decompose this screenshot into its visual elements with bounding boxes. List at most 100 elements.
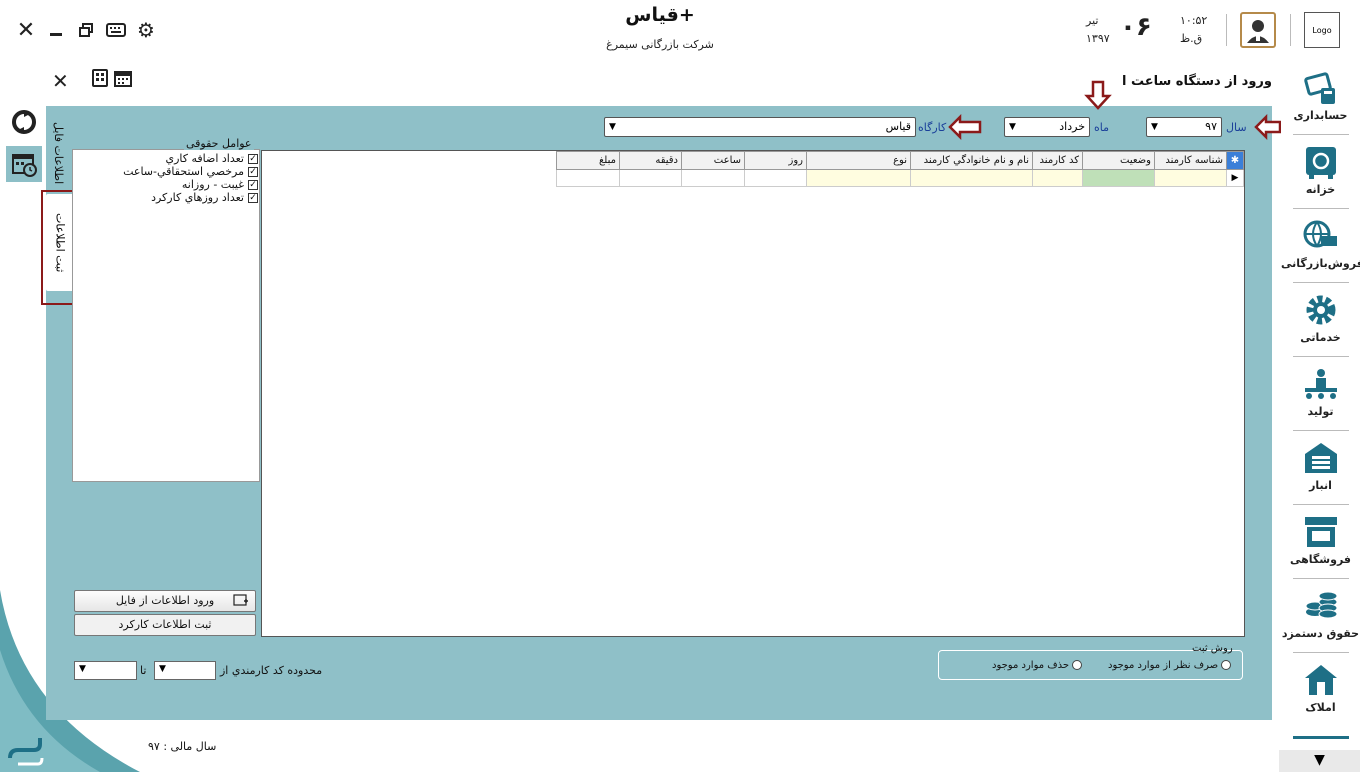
- nav-item-commerce[interactable]: فروش‌بازرگانی: [1281, 214, 1360, 286]
- nav-item-services[interactable]: خدماتی: [1281, 288, 1360, 360]
- date-day: ۰۶: [1120, 12, 1152, 42]
- chevron-down-icon: ▼: [159, 664, 166, 674]
- chevron-down-icon: ▼: [1151, 122, 1158, 132]
- col-minute[interactable]: دقیقه: [619, 151, 682, 170]
- logo: Logo: [1304, 12, 1340, 48]
- divider: [1293, 652, 1349, 653]
- factors-title: عوامل حقوقی: [184, 137, 254, 150]
- cell[interactable]: [744, 169, 807, 187]
- nav-item-warehouse[interactable]: انبار: [1281, 436, 1360, 508]
- grid-table: مبلغ دقیقه ساعت روز نوع نام و نام خانواد…: [556, 151, 1244, 187]
- range-label: محدوده کد کارمندي از: [220, 664, 323, 677]
- factor-item[interactable]: ✓ تعداد روزهاي كاركرد: [72, 191, 258, 204]
- range-from-select[interactable]: ▼: [154, 661, 216, 680]
- divider: [1293, 208, 1349, 209]
- col-day[interactable]: روز: [744, 151, 807, 170]
- checkbox[interactable]: ✓: [248, 192, 258, 203]
- cell[interactable]: [910, 169, 1033, 187]
- divider: [1293, 356, 1349, 357]
- factor-item[interactable]: ✓ غيبت - روزانه: [72, 178, 258, 191]
- nav-item-store[interactable]: فروشگاهی: [1281, 510, 1360, 582]
- module-nav: حسابداری خزانه فروش‌بازرگانی خدماتی تولی…: [1281, 62, 1360, 772]
- divider: [1226, 14, 1227, 46]
- user-avatar-icon[interactable]: [1240, 12, 1276, 48]
- calendar-icon[interactable]: [114, 69, 132, 92]
- clock-ampm: ق.ظ: [1180, 32, 1203, 45]
- production-icon: [1304, 369, 1337, 399]
- tab-register-info[interactable]: ثبت اطلاعات: [46, 194, 74, 291]
- nav-item-payroll[interactable]: حقوق دستمزد: [1281, 584, 1360, 656]
- register-method-title: روش ثبت: [1192, 643, 1233, 654]
- divider: [1290, 14, 1291, 46]
- divider: [1293, 430, 1349, 431]
- app-brand-icon: [4, 728, 44, 768]
- nav-item-production[interactable]: تولید: [1281, 362, 1360, 434]
- divider: [1293, 134, 1349, 135]
- calculator-icon[interactable]: [92, 69, 108, 92]
- close-window-icon[interactable]: ✕: [14, 18, 38, 43]
- table-row[interactable]: ▶: [556, 169, 1244, 187]
- chevron-down-icon: ▼: [1009, 122, 1016, 132]
- cell[interactable]: [1032, 169, 1083, 187]
- col-amount[interactable]: مبلغ: [556, 151, 620, 170]
- cell[interactable]: [681, 169, 745, 187]
- col-employee-id[interactable]: شناسه کارمند: [1154, 151, 1227, 170]
- date-month: تیر: [1086, 14, 1099, 27]
- nav-scroll-down-icon[interactable]: ▼: [1279, 750, 1360, 772]
- month-select[interactable]: ▼ خرداد: [1004, 117, 1090, 137]
- chevron-down-icon: ▼: [609, 122, 616, 132]
- register-work-button[interactable]: ثبت اطلاعات کارکرد: [74, 614, 256, 636]
- radio[interactable]: [1072, 660, 1083, 670]
- col-hour[interactable]: ساعت: [681, 151, 745, 170]
- cell[interactable]: [1154, 169, 1227, 187]
- checkbox[interactable]: ✓: [248, 153, 258, 164]
- settings-gear-icon[interactable]: ⚙: [134, 18, 158, 42]
- keyboard-icon[interactable]: [104, 18, 128, 42]
- date-year: ۱۳۹۷: [1086, 32, 1110, 45]
- nav-item-accounting[interactable]: حسابداری: [1281, 66, 1360, 138]
- checkbox[interactable]: ✓: [248, 166, 258, 177]
- cell[interactable]: [806, 169, 911, 187]
- divider: [1293, 504, 1349, 505]
- restore-icon[interactable]: [76, 18, 96, 42]
- close-form-icon[interactable]: ✕: [52, 69, 69, 93]
- top-bar: ✕ ⚙ قیاس+ شرکت بازرگانی سیمرغ تیر ۱۳۹۷ ۰…: [0, 0, 1360, 62]
- add-file-icon: [233, 593, 249, 614]
- method-option-delete[interactable]: حذف موارد موجود: [992, 660, 1083, 671]
- checkbox[interactable]: ✓: [248, 179, 258, 190]
- col-status[interactable]: وضعیت: [1082, 151, 1155, 170]
- factor-item[interactable]: ✓ تعداد اضافه كاري: [72, 152, 258, 165]
- data-grid[interactable]: مبلغ دقیقه ساعت روز نوع نام و نام خانواد…: [261, 150, 1245, 637]
- nav-item-realestate[interactable]: املاک: [1281, 658, 1360, 730]
- minimize-icon[interactable]: [46, 18, 66, 42]
- payroll-coins-icon: [1305, 591, 1337, 619]
- new-row-star-icon[interactable]: ✱: [1226, 151, 1244, 170]
- col-employee-code[interactable]: کد کارمند: [1032, 151, 1083, 170]
- range-to-label: تا: [140, 664, 147, 677]
- divider: [1293, 736, 1349, 739]
- month-label: ماه: [1094, 121, 1110, 134]
- range-to-select[interactable]: ▼: [74, 661, 137, 680]
- nav-item-treasury[interactable]: خزانه: [1281, 140, 1360, 212]
- fiscal-year: سال مالی : ۹۷: [148, 740, 217, 753]
- radio[interactable]: [1221, 660, 1232, 670]
- col-employee-name[interactable]: نام و نام خانوادگي کارمند: [910, 151, 1033, 170]
- year-select[interactable]: ▼ ۹۷: [1146, 117, 1222, 137]
- app-title: قیاس+: [625, 4, 695, 26]
- workshop-select[interactable]: ▼ قیاس: [604, 117, 916, 137]
- method-option-skip[interactable]: صرف نظر از موارد موجود: [1108, 660, 1232, 671]
- cell[interactable]: [1082, 169, 1155, 187]
- cell[interactable]: [619, 169, 682, 187]
- col-type[interactable]: نوع: [806, 151, 911, 170]
- chevron-down-icon: ▼: [79, 664, 86, 674]
- commerce-sales-icon: [1303, 220, 1337, 248]
- refresh-icon[interactable]: [6, 104, 42, 140]
- row-pointer-icon: ▶: [1226, 169, 1244, 187]
- schedule-calendar-icon[interactable]: [6, 146, 42, 182]
- import-file-button[interactable]: ورود اطلاعات از فایل: [74, 590, 256, 612]
- page-title: ورود از دستگاه ساعت ا: [1121, 74, 1272, 89]
- factor-item[interactable]: ✓ مرخصي استحقاقي-ساعت: [72, 165, 258, 178]
- treasury-icon: [1305, 147, 1336, 179]
- tab-file-info[interactable]: اطلاعات فایل: [52, 122, 65, 184]
- cell[interactable]: [556, 169, 620, 187]
